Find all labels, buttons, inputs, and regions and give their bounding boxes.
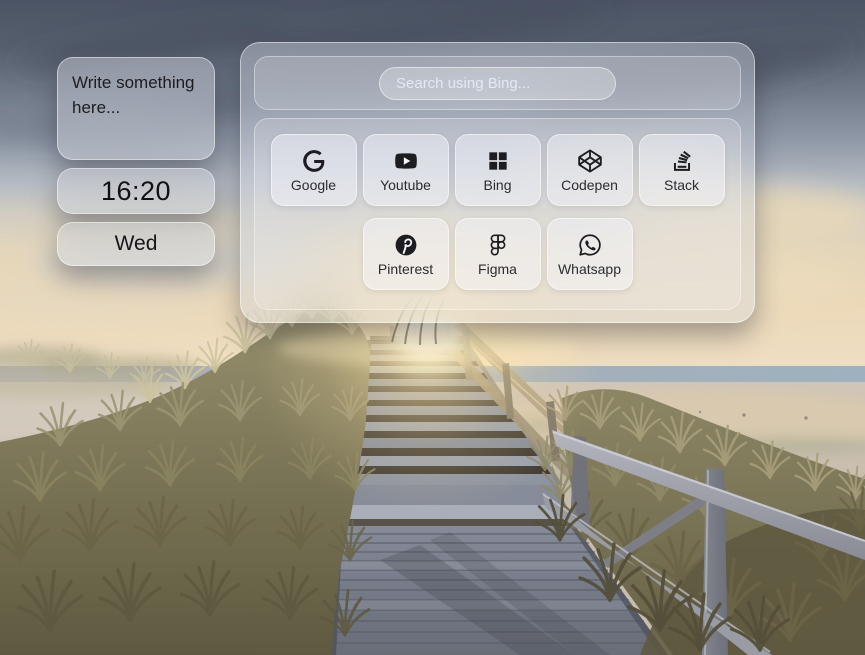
day-label: Wed [115, 232, 158, 256]
app-label: Stack [664, 178, 699, 193]
clock-time: 16:20 [101, 176, 171, 207]
day-widget: Wed [57, 222, 215, 266]
google-icon [301, 148, 327, 175]
clock-widget: 16:20 [57, 168, 215, 214]
app-tile-whatsapp[interactable]: Whatsapp [547, 218, 633, 290]
app-label: Pinterest [378, 262, 433, 277]
app-tile-stackoverflow[interactable]: Stack [639, 134, 725, 206]
notes-input[interactable] [58, 58, 214, 159]
codepen-icon [577, 148, 603, 175]
app-label: Whatsapp [558, 262, 621, 277]
stackoverflow-icon [669, 148, 695, 175]
apps-grid: Google Youtube Bing [254, 118, 741, 310]
app-tile-bing[interactable]: Bing [455, 134, 541, 206]
youtube-icon [393, 148, 419, 175]
pinterest-icon [393, 232, 419, 259]
search-input[interactable] [379, 67, 616, 100]
app-tile-figma[interactable]: Figma [455, 218, 541, 290]
app-label: Bing [483, 178, 511, 193]
start-page: 16:20 Wed Google Youtube [0, 0, 865, 655]
notes-widget [57, 57, 215, 160]
app-label: Figma [478, 262, 517, 277]
app-label: Youtube [380, 178, 431, 193]
search-section [254, 56, 741, 110]
app-label: Google [291, 178, 336, 193]
launcher-panel: Google Youtube Bing [240, 42, 755, 323]
bing-icon [485, 148, 511, 175]
apps-row-1: Google Youtube Bing [271, 134, 725, 206]
figma-icon [485, 232, 511, 259]
app-tile-codepen[interactable]: Codepen [547, 134, 633, 206]
apps-row-2: Pinterest Figma Whatsapp [363, 218, 633, 290]
app-tile-pinterest[interactable]: Pinterest [363, 218, 449, 290]
app-tile-google[interactable]: Google [271, 134, 357, 206]
app-tile-youtube[interactable]: Youtube [363, 134, 449, 206]
whatsapp-icon [577, 232, 603, 259]
app-label: Codepen [561, 178, 618, 193]
